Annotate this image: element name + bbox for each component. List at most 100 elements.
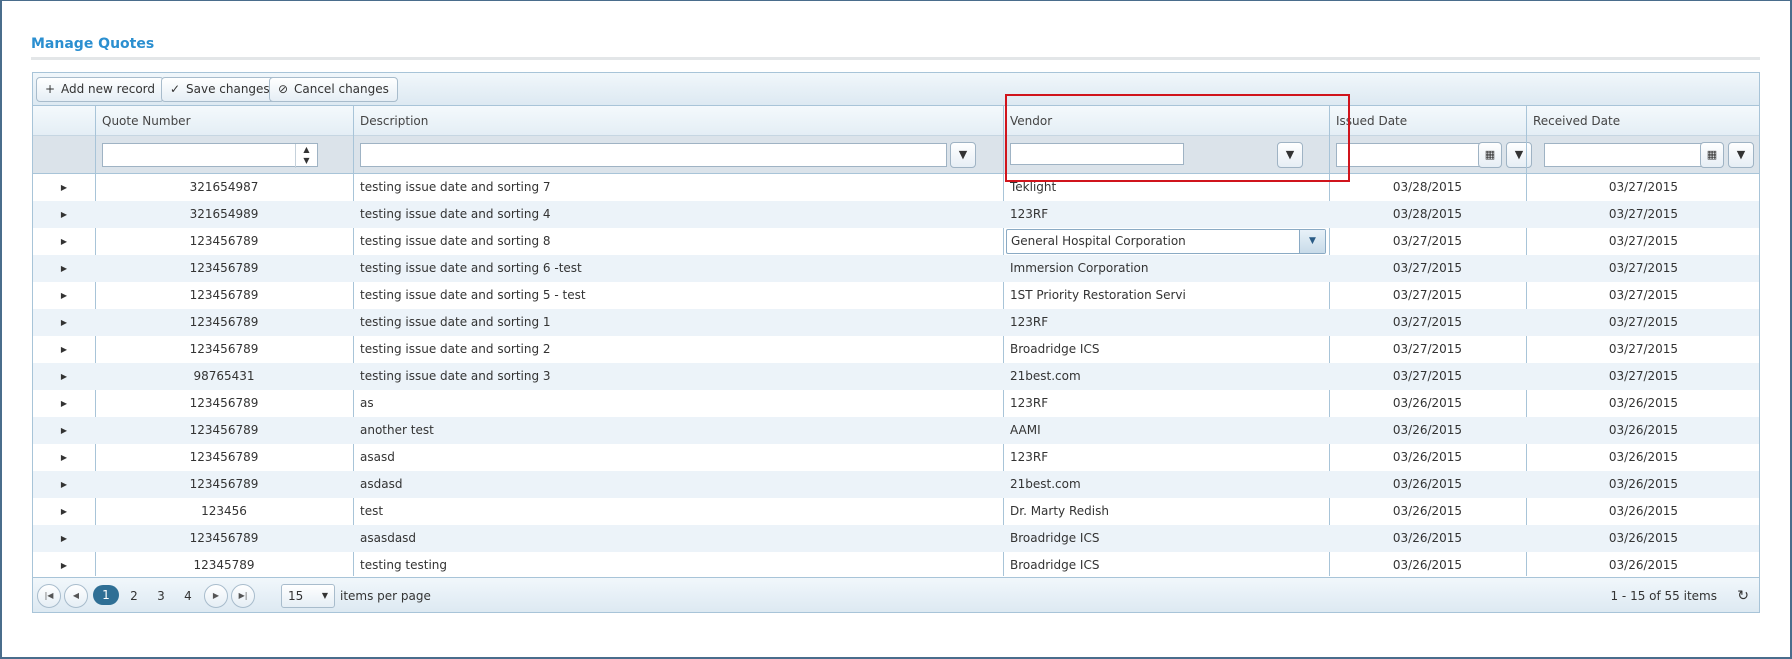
issued-date-cell[interactable]: 03/27/2015 [1329,255,1526,282]
row-expand-icon[interactable]: ▶ [33,201,95,228]
table-row[interactable]: ▶ 321654987 testing issue date and sorti… [33,174,1759,201]
issued-date-cell[interactable]: 03/26/2015 [1329,471,1526,498]
vendor-cell[interactable]: Broadridge ICS [1003,552,1329,579]
refresh-icon[interactable]: ↻ [1737,584,1749,608]
received-date-calendar-button[interactable]: ▦ [1700,142,1724,168]
row-expand-icon[interactable]: ▶ [33,552,95,579]
header-description[interactable]: Description [353,106,428,136]
received-date-cell[interactable]: 03/27/2015 [1526,201,1761,228]
page-3-button[interactable]: 3 [150,584,172,608]
description-cell[interactable]: asdasd [353,471,1003,498]
issued-date-cell[interactable]: 03/27/2015 [1329,336,1526,363]
description-cell[interactable]: test [353,498,1003,525]
received-date-cell[interactable]: 03/26/2015 [1526,552,1761,579]
description-cell[interactable]: asasd [353,444,1003,471]
quote-number-cell[interactable]: 321654989 [95,201,353,228]
description-cell[interactable]: testing issue date and sorting 5 - test [353,282,1003,309]
last-page-icon[interactable]: ▶| [231,584,255,608]
received-date-cell[interactable]: 03/26/2015 [1526,471,1761,498]
next-page-icon[interactable]: ▶ [204,584,228,608]
quote-number-cell[interactable]: 123456789 [95,525,353,552]
issued-date-calendar-button[interactable]: ▦ [1478,142,1502,168]
received-date-filter-button[interactable]: ▼ [1728,142,1754,168]
quote-number-cell[interactable]: 123456789 [95,336,353,363]
vendor-dropdown-value[interactable]: General Hospital Corporation [1011,230,1186,253]
vendor-cell[interactable]: Dr. Marty Redish [1003,498,1329,525]
quote-number-cell[interactable]: 123456789 [95,255,353,282]
table-row[interactable]: ▶ 123456789 testing issue date and sorti… [33,336,1759,363]
quote-number-cell[interactable]: 123456789 [95,417,353,444]
table-row[interactable]: ▶ 98765431 testing issue date and sortin… [33,363,1759,390]
row-expand-icon[interactable]: ▶ [33,336,95,363]
add-new-record-button[interactable]: + Add new record [36,77,164,102]
quote-number-cell[interactable]: 123456789 [95,444,353,471]
quote-number-cell[interactable]: 123456 [95,498,353,525]
issued-date-cell[interactable]: 03/26/2015 [1329,417,1526,444]
stepper-down-icon[interactable]: ▼ [296,155,317,166]
row-expand-icon[interactable]: ▶ [33,390,95,417]
description-cell[interactable]: testing issue date and sorting 4 [353,201,1003,228]
vendor-cell[interactable]: 123RF [1003,201,1329,228]
description-cell[interactable]: testing issue date and sorting 8 [353,228,1003,255]
quote-number-cell[interactable]: 123456789 [95,228,353,255]
description-cell[interactable]: testing issue date and sorting 6 -test [353,255,1003,282]
table-row[interactable]: ▶ 123456789 another test AAMI 03/26/2015… [33,417,1759,444]
table-row[interactable]: ▶ 321654989 testing issue date and sorti… [33,201,1759,228]
table-row[interactable]: ▶ 12345789 testing testing Broadridge IC… [33,552,1759,579]
vendor-dropdown[interactable]: General Hospital Corporation ▼ [1006,229,1326,254]
row-expand-icon[interactable]: ▶ [33,498,95,525]
issued-date-filter-input[interactable] [1336,143,1482,167]
row-expand-icon[interactable]: ▶ [33,363,95,390]
issued-date-cell[interactable]: 03/28/2015 [1329,174,1526,201]
description-cell[interactable]: testing issue date and sorting 3 [353,363,1003,390]
received-date-cell[interactable]: 03/27/2015 [1526,336,1761,363]
vendor-cell[interactable]: Broadridge ICS [1003,525,1329,552]
first-page-icon[interactable]: |◀ [37,584,61,608]
table-row[interactable]: ▶ 123456789 asdasd 21best.com 03/26/2015… [33,471,1759,498]
quote-number-cell[interactable]: 98765431 [95,363,353,390]
description-filter-input[interactable] [360,143,947,167]
quote-number-cell[interactable]: 321654987 [95,174,353,201]
received-date-filter-input[interactable] [1544,143,1704,167]
received-date-cell[interactable]: 03/27/2015 [1526,255,1761,282]
issued-date-cell[interactable]: 03/27/2015 [1329,309,1526,336]
row-expand-icon[interactable]: ▶ [33,282,95,309]
table-row-editing[interactable]: ▶ 123456789 testing issue date and sorti… [33,228,1759,255]
row-expand-icon[interactable]: ▶ [33,417,95,444]
vendor-cell[interactable]: 123RF [1003,309,1329,336]
row-expand-icon[interactable]: ▶ [33,444,95,471]
table-row[interactable]: ▶ 123456789 asasdasd Broadridge ICS 03/2… [33,525,1759,552]
issued-date-cell[interactable]: 03/26/2015 [1329,525,1526,552]
received-date-cell[interactable]: 03/26/2015 [1526,525,1761,552]
issued-date-cell[interactable]: 03/27/2015 [1329,363,1526,390]
issued-date-cell[interactable]: 03/27/2015 [1329,282,1526,309]
row-expand-icon[interactable]: ▶ [33,174,95,201]
row-expand-icon[interactable]: ▶ [33,228,95,255]
vendor-cell[interactable]: Broadridge ICS [1003,336,1329,363]
quote-number-cell[interactable]: 123456789 [95,309,353,336]
vendor-cell[interactable]: 1ST Priority Restoration Servi [1003,282,1329,309]
page-2-button[interactable]: 2 [123,584,145,608]
received-date-cell[interactable]: 03/27/2015 [1526,309,1761,336]
description-cell[interactable]: testing testing [353,552,1003,579]
table-row[interactable]: ▶ 123456789 asasd 123RF 03/26/2015 03/26… [33,444,1759,471]
page-1-button[interactable]: 1 [93,585,119,605]
quote-number-filter-input[interactable]: ▲ ▼ [102,143,318,168]
save-changes-button[interactable]: ✓ Save changes [161,77,279,102]
received-date-cell[interactable]: 03/27/2015 [1526,228,1761,255]
received-date-cell[interactable]: 03/26/2015 [1526,417,1761,444]
vendor-cell[interactable]: 21best.com [1003,363,1329,390]
stepper-up-icon[interactable]: ▲ [296,144,317,155]
received-date-cell[interactable]: 03/26/2015 [1526,390,1761,417]
cancel-changes-button[interactable]: ⊘ Cancel changes [269,77,398,102]
header-quote-number[interactable]: Quote Number [95,106,191,136]
page-size-select[interactable]: 15 ▼ [281,584,335,608]
vendor-cell[interactable]: 123RF [1003,390,1329,417]
issued-date-filter-button[interactable]: ▼ [1506,142,1532,168]
table-row[interactable]: ▶ 123456789 testing issue date and sorti… [33,282,1759,309]
vendor-cell[interactable]: 21best.com [1003,471,1329,498]
description-cell[interactable]: testing issue date and sorting 7 [353,174,1003,201]
received-date-cell[interactable]: 03/26/2015 [1526,444,1761,471]
description-cell[interactable]: as [353,390,1003,417]
table-row[interactable]: ▶ 123456789 testing issue date and sorti… [33,255,1759,282]
